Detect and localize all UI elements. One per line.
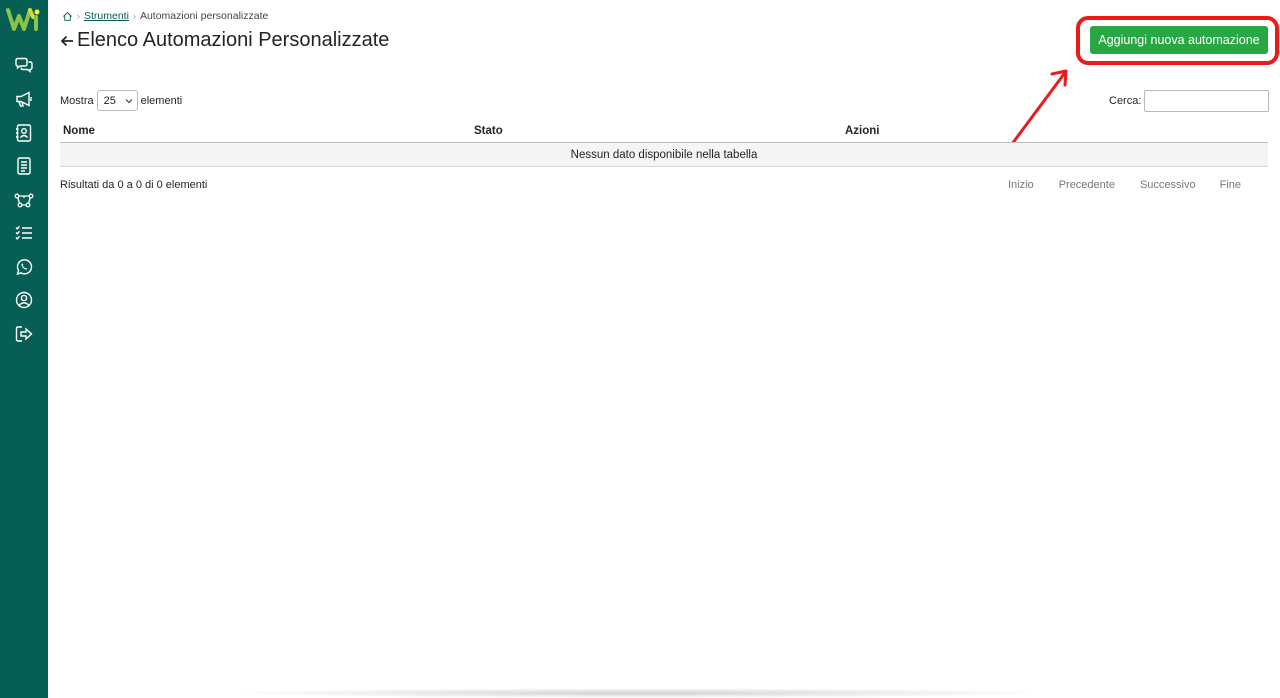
- breadcrumb-home[interactable]: [62, 11, 73, 22]
- page-size-value: 25: [103, 94, 116, 107]
- pagination-first[interactable]: Inizio: [1008, 179, 1034, 191]
- pagination-last[interactable]: Fine: [1220, 179, 1241, 191]
- chat-bubbles-icon: [15, 57, 33, 73]
- brand-logo[interactable]: [0, 0, 48, 40]
- breadcrumb: › Strumenti › Automazioni personalizzate: [62, 10, 268, 22]
- arrow-left-icon: [60, 35, 73, 46]
- brand-logo-icon: [6, 8, 40, 31]
- checklist-icon: [15, 226, 32, 241]
- column-header-azioni[interactable]: Azioni: [842, 125, 1268, 137]
- back-button[interactable]: [60, 33, 76, 49]
- table-info: Risultati da 0 a 0 di 0 elementi: [60, 179, 208, 191]
- page-title: Elenco Automazioni Personalizzate: [77, 29, 390, 51]
- search-control: Cerca:: [1109, 90, 1270, 112]
- sidebar-item-tasks[interactable]: [0, 217, 48, 251]
- chevron-down-icon: [125, 98, 132, 103]
- automations-table: Nome Stato Azioni Nessun dato disponibil…: [60, 120, 1268, 167]
- add-automation-button[interactable]: Aggiungi nuova automazione: [1090, 26, 1268, 54]
- pagination: Inizio Precedente Successivo Fine: [1008, 179, 1241, 191]
- search-label: Cerca:: [1109, 95, 1142, 107]
- show-label: Mostra: [60, 94, 94, 107]
- sidebar-item-whatsapp[interactable]: [0, 250, 48, 284]
- home-icon: [63, 11, 72, 21]
- sidebar-item-templates[interactable]: [0, 150, 48, 184]
- megaphone-icon: [16, 91, 32, 107]
- whatsapp-icon: [16, 258, 33, 275]
- sidebar-item-contacts[interactable]: [0, 116, 48, 150]
- page-header: Elenco Automazioni Personalizzate: [60, 29, 389, 52]
- page-size-select[interactable]: 25: [96, 90, 138, 111]
- breadcrumb-separator: ›: [132, 11, 136, 21]
- column-header-stato[interactable]: Stato: [471, 125, 842, 137]
- elements-label: elementi: [140, 94, 183, 107]
- document-list-icon: [17, 157, 31, 175]
- breadcrumb-current: Automazioni personalizzate: [139, 10, 269, 22]
- pagination-next[interactable]: Successivo: [1140, 179, 1196, 191]
- sidebar-item-automations[interactable]: [0, 183, 48, 217]
- contact-card-icon: [16, 124, 32, 142]
- logout-icon: [15, 326, 33, 342]
- user-circle-icon: [15, 292, 33, 309]
- sidebar-item-campaigns[interactable]: [0, 83, 48, 117]
- pagination-previous[interactable]: Precedente: [1059, 179, 1115, 191]
- sidebar-item-profile[interactable]: [0, 284, 48, 318]
- search-input[interactable]: [1144, 90, 1270, 112]
- bottom-shadow: [218, 688, 1058, 698]
- main-content: › Strumenti › Automazioni personalizzate…: [48, 0, 1280, 698]
- sidebar: [0, 0, 48, 698]
- sidebar-item-chat[interactable]: [0, 49, 48, 83]
- table-empty-row: Nessun dato disponibile nella tabella: [60, 143, 1268, 167]
- breadcrumb-separator: ›: [77, 11, 80, 21]
- column-header-nome[interactable]: Nome: [60, 125, 471, 137]
- workflow-nodes-icon: [14, 193, 34, 208]
- table-header: Nome Stato Azioni: [60, 120, 1268, 143]
- breadcrumb-link-strumenti[interactable]: Strumenti: [84, 10, 129, 22]
- page-size-control: Mostra 25 elementi: [60, 90, 182, 111]
- sidebar-item-logout[interactable]: [0, 317, 48, 351]
